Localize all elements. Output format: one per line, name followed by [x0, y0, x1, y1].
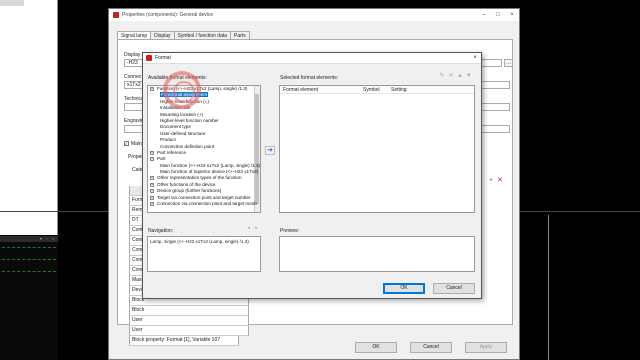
navigation-label: Navigation: — [148, 228, 174, 234]
properties-footer: OK Cancel Apply — [355, 342, 507, 353]
tree-item-label: Function (<+-H23 x1Tx2 (Lamp, single) /1… — [157, 86, 248, 91]
expander-icon[interactable]: + — [150, 182, 154, 187]
selected-elements-table[interactable]: Format element Symbol Setting — [279, 85, 475, 213]
background-graphics-panel — [0, 236, 58, 360]
tree-item-label: User-defined structure — [160, 130, 206, 136]
tree-item-label: Product — [160, 137, 176, 143]
close-icon[interactable]: × — [505, 12, 519, 18]
tree-item-label: Other functions of the device — [157, 181, 216, 187]
table-row[interactable]: User — [129, 316, 249, 326]
expander-icon[interactable]: + — [150, 195, 154, 200]
expander-icon[interactable]: + — [150, 189, 154, 194]
column-header-format-element[interactable]: Format element — [280, 86, 360, 93]
delete-property-icon[interactable]: ✕ — [496, 177, 504, 185]
navigation-field: Lamp, single (<+-H23 x1Tx2 (Lamp, single… — [147, 236, 261, 272]
tree-item[interactable]: + Connection via connection point and tar… — [148, 201, 260, 207]
properties-title: Properties (components): General device — [122, 12, 214, 18]
tree-item-label: Higher-level function number — [160, 117, 219, 123]
tree-item-label: Connection definition point — [160, 143, 215, 149]
column-header-symbol[interactable]: Symbol — [360, 86, 388, 93]
app-icon — [113, 12, 119, 18]
navigation-value: Lamp, single (<+-H23 x1Tx2 (Lamp, single… — [150, 239, 249, 244]
cancel-button[interactable]: Cancel — [410, 342, 452, 353]
available-elements-tree[interactable]: + Function (<+-H23 x1Tx2 (Lamp, single) /… — [147, 85, 261, 213]
table-row[interactable]: Block — [129, 306, 249, 316]
panel-close-icon[interactable]: × — [52, 237, 56, 241]
tree-item-label: Connection via connection point and targ… — [157, 201, 257, 207]
navigate-back-icon[interactable]: ◂ — [245, 225, 252, 232]
selected-toolbar: ✎ ✕ ▲ ▼ — [438, 73, 473, 80]
background-gridline — [548, 215, 549, 360]
tree-item-label: Device group (further functions) — [157, 188, 222, 194]
expander-icon[interactable]: + — [150, 150, 154, 155]
close-icon[interactable]: × — [469, 55, 481, 61]
format-cancel-button[interactable]: Cancel — [433, 283, 475, 294]
maximize-icon[interactable]: □ — [491, 12, 505, 18]
graphic-line — [2, 247, 56, 248]
tree-item-label: Installation site — [160, 105, 191, 111]
available-elements-label: Available format elements: — [148, 75, 207, 81]
tree-item-label: Mounting location (+) — [160, 111, 204, 117]
app-icon — [146, 55, 152, 61]
navigate-forward-icon[interactable]: ▸ — [253, 225, 260, 232]
tree-item-label: Functional assignment — [160, 92, 208, 98]
tree-item-label: Part reference — [157, 149, 187, 155]
edit-icon[interactable]: ✎ — [438, 73, 446, 80]
tree-item-label: Main function (<+-H23 x1Tx2 (Lamp, singl… — [160, 162, 261, 168]
apply-button[interactable]: Apply — [465, 342, 507, 353]
panel-dock-icon[interactable]: ▫ — [46, 237, 50, 241]
preview-label: Preview: — [280, 228, 300, 234]
expander-icon[interactable]: + — [150, 87, 154, 91]
format-titlebar: Format × — [143, 53, 481, 64]
move-down-icon[interactable]: ▼ — [465, 73, 473, 80]
main-function-label: Main — [131, 141, 142, 147]
move-up-icon[interactable]: ▲ — [456, 73, 464, 80]
main-function-checkbox[interactable]: ✓ — [124, 141, 129, 146]
format-ok-button[interactable]: OK — [383, 283, 425, 294]
table-row[interactable]: Block property: Format [1], Variable 107 — [129, 336, 239, 346]
panel-pin-icon[interactable]: ▾ — [40, 237, 44, 241]
technical-label: Technica — [124, 96, 144, 102]
tree-item-label: Main function of superior device (<+-H23… — [160, 169, 259, 175]
engraving-label: Engravin — [124, 118, 144, 124]
background-panel-left — [0, 0, 58, 235]
selected-table-header: Format element Symbol Setting — [280, 86, 474, 94]
navigation-toolbar: ◂ ▸ — [245, 225, 260, 232]
delete-icon[interactable]: ✕ — [447, 73, 455, 80]
tree-item-label: Higher-level function (=) — [160, 98, 209, 104]
properties-titlebar: Properties (components): General device … — [109, 9, 519, 21]
ok-button[interactable]: OK — [355, 342, 397, 353]
screen: ▾ ▫ × Properties (components): General d… — [0, 0, 640, 360]
add-element-button[interactable]: ➔ — [265, 146, 275, 155]
format-title: Format — [155, 55, 171, 61]
expander-icon[interactable]: + — [150, 176, 154, 181]
add-property-icon[interactable]: + — [487, 177, 495, 185]
minimize-icon[interactable]: – — [477, 12, 491, 18]
tree-item-label: Document type — [160, 124, 191, 130]
tree-item-label: Target via connection point and target n… — [157, 194, 251, 200]
table-row[interactable]: User — [129, 326, 249, 336]
format-dialog: Format × Available format elements: Sele… — [142, 52, 482, 299]
graphic-line — [2, 259, 56, 260]
displayed-dt-label: Display — [124, 52, 141, 58]
expander-icon[interactable]: + — [150, 202, 154, 207]
tree-item-label: Other representation types of the functi… — [157, 175, 242, 181]
preview-area — [279, 236, 475, 272]
expander-icon[interactable]: + — [150, 157, 154, 162]
column-header-setting[interactable]: Setting — [388, 86, 428, 93]
graphic-line — [2, 271, 56, 272]
browse-button[interactable]: … — [504, 59, 513, 67]
selected-elements-label: Selected format elements: — [280, 75, 339, 81]
background-toolbar-strip — [0, 0, 24, 6]
connection-label: Connec — [124, 74, 142, 80]
tree-item-label: Part — [157, 156, 166, 162]
